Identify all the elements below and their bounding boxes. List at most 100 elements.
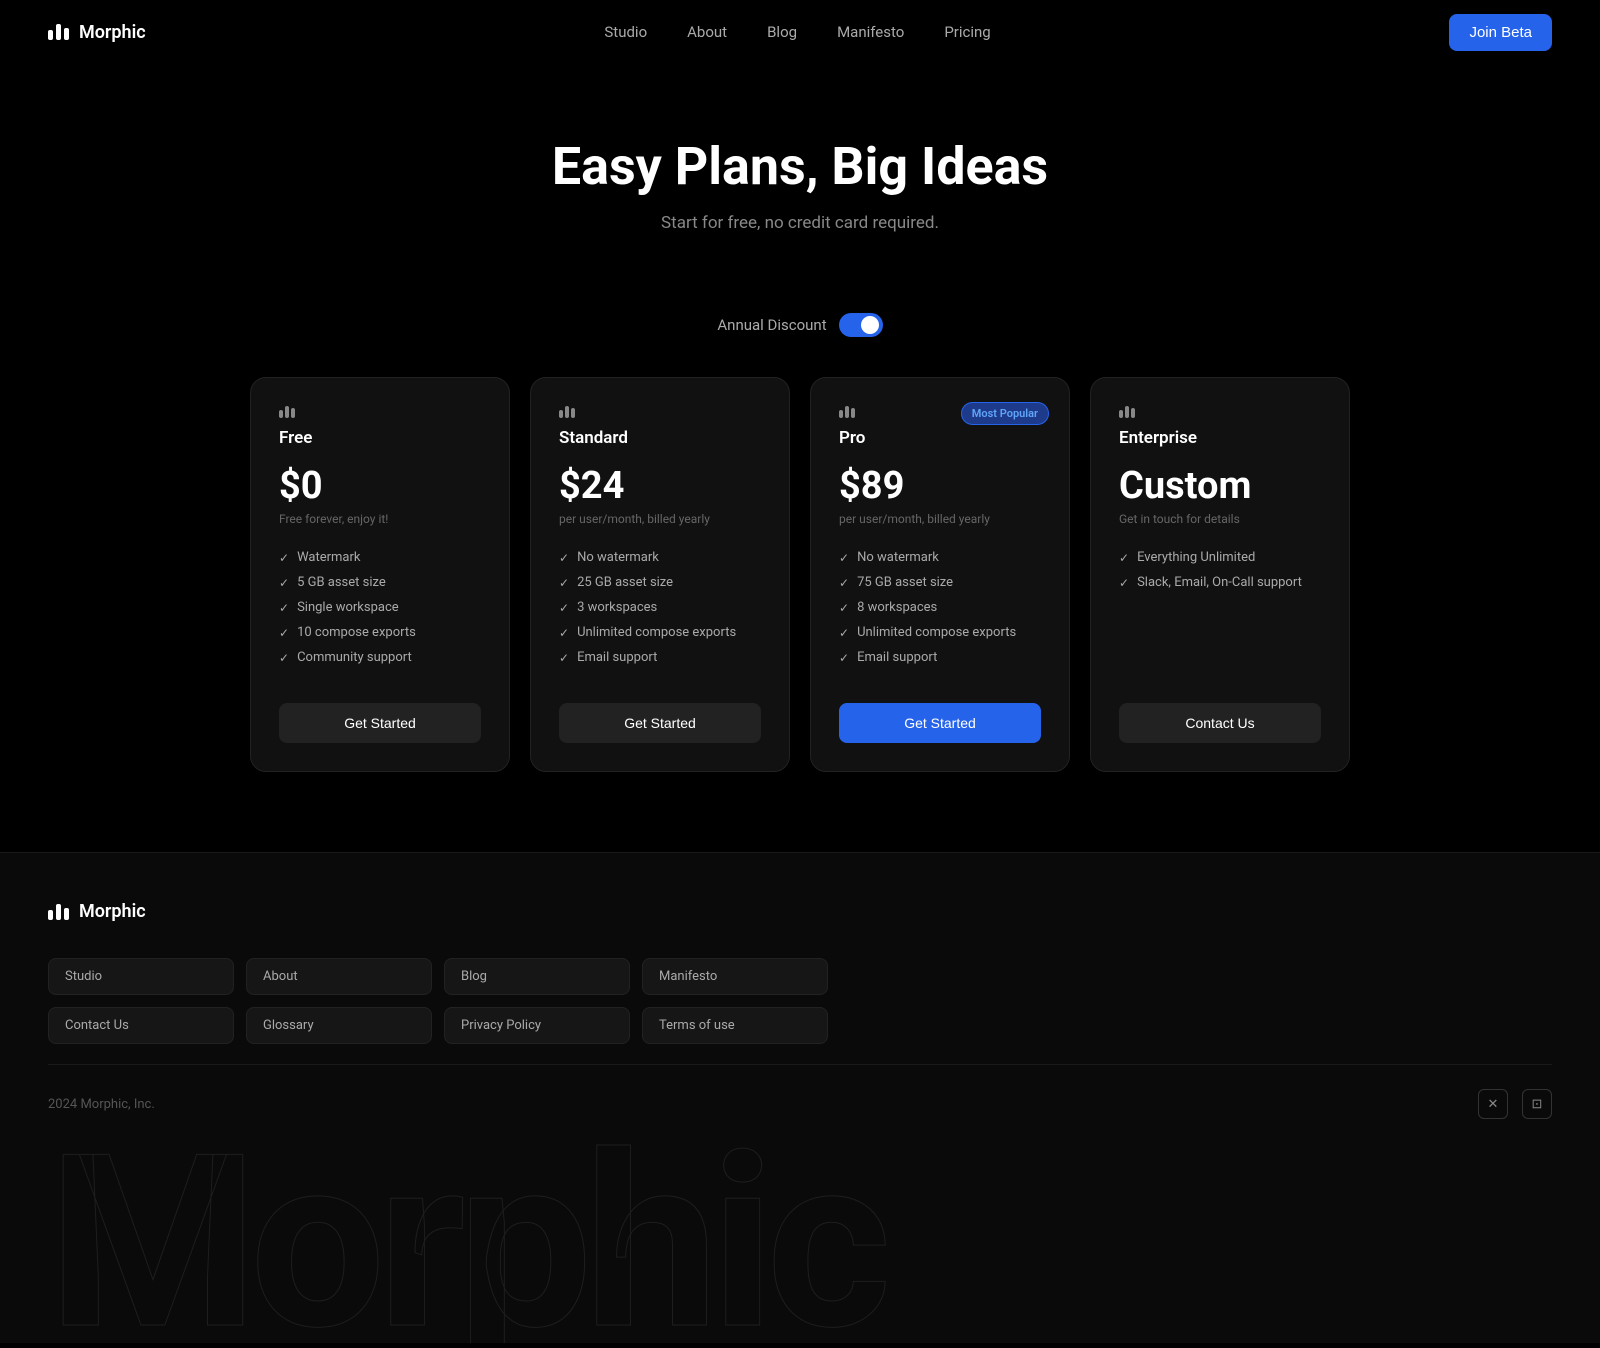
footer-link-terms[interactable]: Terms of use [642, 1007, 828, 1044]
check-icon: ✓ [279, 651, 289, 665]
check-icon: ✓ [1119, 576, 1129, 590]
most-popular-badge: Most Popular [961, 402, 1049, 425]
footer-logo[interactable]: Morphic [48, 901, 1552, 922]
navbar-logo[interactable]: Morphic [48, 22, 146, 43]
nav-pricing[interactable]: Pricing [944, 23, 990, 41]
check-icon: ✓ [279, 551, 289, 565]
twitter-icon[interactable]: ✕ [1478, 1089, 1508, 1119]
plan-billing-free: Free forever, enjoy it! [279, 512, 481, 526]
plan-cta-standard[interactable]: Get Started [559, 703, 761, 743]
feature-item: ✓Unlimited compose exports [839, 625, 1041, 640]
footer-links-grid: Studio About Blog Manifesto Contact Us G… [48, 958, 828, 1044]
feature-item: ✓Unlimited compose exports [559, 625, 761, 640]
nav-manifesto[interactable]: Manifesto [837, 23, 904, 41]
feature-item: ✓25 GB asset size [559, 575, 761, 590]
feature-item: ✓Everything Unlimited [1119, 550, 1321, 565]
brand-name: Morphic [79, 22, 146, 43]
pricing-section: Free $0 Free forever, enjoy it! ✓Waterma… [0, 377, 1600, 852]
footer-bottom: 2024 Morphic, Inc. ✕ ⊡ [48, 1064, 1552, 1143]
check-icon: ✓ [839, 601, 849, 615]
footer-link-contact[interactable]: Contact Us [48, 1007, 234, 1044]
check-icon: ✓ [839, 576, 849, 590]
plan-price-free: $0 [279, 464, 481, 508]
feature-item: ✓3 workspaces [559, 600, 761, 615]
plan-billing-standard: per user/month, billed yearly [559, 512, 761, 526]
plan-card-enterprise: Enterprise Custom Get in touch for detai… [1090, 377, 1350, 772]
logo-icon [48, 24, 69, 40]
plan-features-enterprise: ✓Everything Unlimited ✓Slack, Email, On-… [1119, 550, 1321, 675]
plan-features-standard: ✓No watermark ✓25 GB asset size ✓3 works… [559, 550, 761, 675]
check-icon: ✓ [279, 626, 289, 640]
footer-link-glossary[interactable]: Glossary [246, 1007, 432, 1044]
plan-card-pro: Most Popular Pro $89 per user/month, bil… [810, 377, 1070, 772]
footer-link-manifesto[interactable]: Manifesto [642, 958, 828, 995]
feature-item: ✓No watermark [559, 550, 761, 565]
plan-price-pro: $89 [839, 464, 1041, 508]
plan-name-standard: Standard [559, 428, 761, 448]
hero-section: Easy Plans, Big Ideas Start for free, no… [0, 64, 1600, 281]
toggle-label: Annual Discount [717, 316, 826, 334]
plan-name-pro: Pro [839, 428, 1041, 448]
feature-item: ✓No watermark [839, 550, 1041, 565]
check-icon: ✓ [279, 576, 289, 590]
plan-billing-pro: per user/month, billed yearly [839, 512, 1041, 526]
plan-card-free: Free $0 Free forever, enjoy it! ✓Waterma… [250, 377, 510, 772]
footer-link-about[interactable]: About [246, 958, 432, 995]
plan-price-enterprise: Custom [1119, 464, 1321, 508]
feature-item: ✓75 GB asset size [839, 575, 1041, 590]
annual-discount-toggle[interactable] [839, 313, 883, 337]
join-beta-button[interactable]: Join Beta [1449, 14, 1552, 51]
footer-link-studio[interactable]: Studio [48, 958, 234, 995]
plan-icon-free [279, 406, 481, 418]
feature-item: ✓5 GB asset size [279, 575, 481, 590]
github-icon[interactable]: ⊡ [1522, 1089, 1552, 1119]
check-icon: ✓ [839, 651, 849, 665]
nav-studio[interactable]: Studio [604, 23, 647, 41]
plan-billing-enterprise: Get in touch for details [1119, 512, 1321, 526]
toggle-row: Annual Discount [0, 313, 1600, 337]
nav-about[interactable]: About [687, 23, 727, 41]
check-icon: ✓ [1119, 551, 1129, 565]
plan-card-standard: Standard $24 per user/month, billed year… [530, 377, 790, 772]
hero-subtitle: Start for free, no credit card required. [0, 213, 1600, 233]
toggle-knob [861, 316, 879, 334]
navbar: Morphic Studio About Blog Manifesto Pric… [0, 0, 1600, 64]
check-icon: ✓ [839, 551, 849, 565]
check-icon: ✓ [559, 601, 569, 615]
check-icon: ✓ [559, 651, 569, 665]
plan-features-free: ✓Watermark ✓5 GB asset size ✓Single work… [279, 550, 481, 675]
plan-price-standard: $24 [559, 464, 761, 508]
plan-features-pro: ✓No watermark ✓75 GB asset size ✓8 works… [839, 550, 1041, 675]
feature-item: ✓8 workspaces [839, 600, 1041, 615]
footer: Morphic Studio About Blog Manifesto Cont… [0, 852, 1600, 1343]
footer-social: ✕ ⊡ [1478, 1089, 1552, 1119]
footer-brand-name: Morphic [79, 901, 146, 922]
plan-icon-enterprise [1119, 406, 1321, 418]
check-icon: ✓ [559, 576, 569, 590]
hero-title: Easy Plans, Big Ideas [0, 136, 1600, 197]
feature-item: ✓Slack, Email, On-Call support [1119, 575, 1321, 590]
navbar-nav: Studio About Blog Manifesto Pricing [604, 23, 990, 41]
check-icon: ✓ [279, 601, 289, 615]
plan-cta-pro[interactable]: Get Started [839, 703, 1041, 743]
footer-big-text: Morphic [48, 1143, 883, 1343]
footer-big-text-container: Morphic [48, 1143, 1552, 1343]
check-icon: ✓ [559, 626, 569, 640]
feature-item: ✓Single workspace [279, 600, 481, 615]
plan-icon-standard [559, 406, 761, 418]
plan-name-free: Free [279, 428, 481, 448]
plan-cta-enterprise[interactable]: Contact Us [1119, 703, 1321, 743]
feature-item: ✓Email support [839, 650, 1041, 665]
plan-name-enterprise: Enterprise [1119, 428, 1321, 448]
footer-logo-icon [48, 904, 69, 920]
footer-link-blog[interactable]: Blog [444, 958, 630, 995]
feature-item: ✓Community support [279, 650, 481, 665]
check-icon: ✓ [839, 626, 849, 640]
nav-blog[interactable]: Blog [767, 23, 797, 41]
plan-cta-free[interactable]: Get Started [279, 703, 481, 743]
feature-item: ✓Watermark [279, 550, 481, 565]
feature-item: ✓Email support [559, 650, 761, 665]
footer-link-privacy[interactable]: Privacy Policy [444, 1007, 630, 1044]
feature-item: ✓10 compose exports [279, 625, 481, 640]
check-icon: ✓ [559, 551, 569, 565]
